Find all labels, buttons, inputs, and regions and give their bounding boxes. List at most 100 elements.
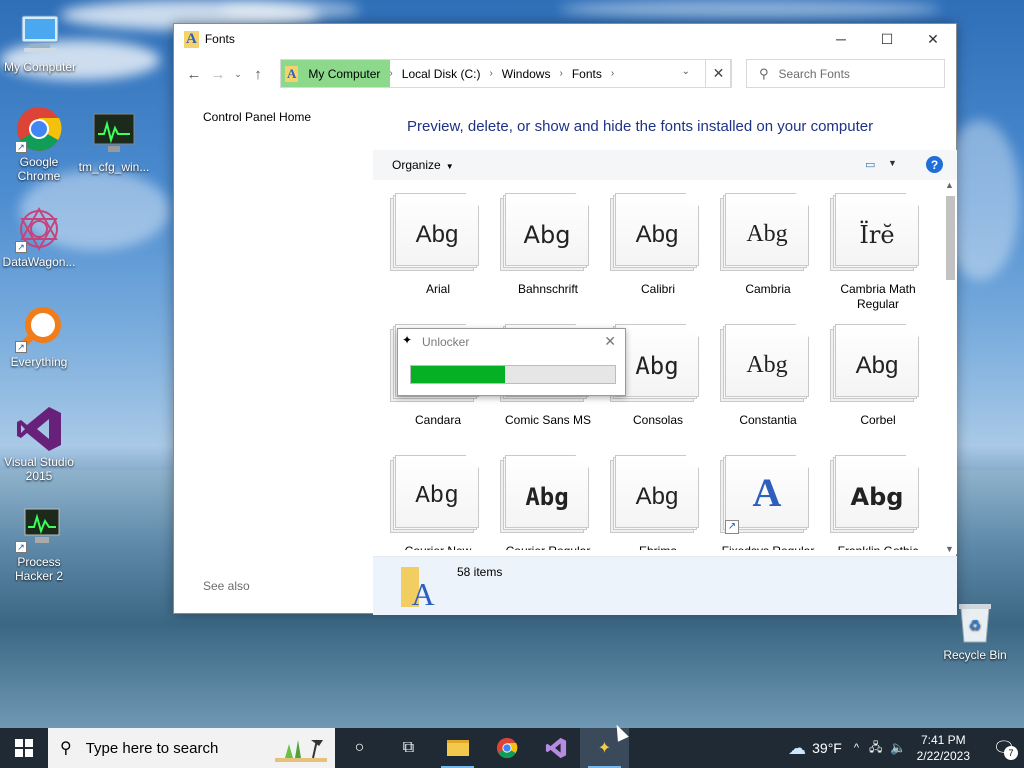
- search-box[interactable]: ⚲: [746, 59, 945, 88]
- monitor-icon: [90, 110, 138, 158]
- recent-locations-button[interactable]: ⌄: [230, 62, 246, 86]
- cloud: [560, 0, 940, 18]
- svg-text:A: A: [411, 576, 434, 609]
- desktop-icon-chrome[interactable]: ↗ Google Chrome: [0, 105, 79, 183]
- breadcrumb-fonts[interactable]: Fonts: [572, 67, 602, 81]
- control-panel-home-link[interactable]: Control Panel Home: [203, 110, 311, 124]
- maximize-button[interactable]: ☐: [864, 24, 910, 54]
- search-input[interactable]: [778, 66, 929, 81]
- font-tile[interactable]: Abg Franklin Gothic: [823, 452, 933, 550]
- start-button[interactable]: [0, 728, 48, 768]
- command-bar: Organize ▼ ▭ ▼ ?: [373, 150, 957, 180]
- font-tile[interactable]: Abg Ebrima: [603, 452, 713, 550]
- breadcrumb-windows[interactable]: Windows: [502, 67, 551, 81]
- font-tile[interactable]: Abg Courier New: [383, 452, 493, 550]
- taskbar-search[interactable]: ⚲ Type here to search: [48, 728, 335, 768]
- cloud-icon: ☁: [788, 737, 807, 758]
- minimize-button[interactable]: ─: [818, 24, 864, 54]
- font-tile[interactable]: Abg Bahnschrift: [493, 190, 603, 315]
- change-view-icon[interactable]: ▭: [865, 158, 875, 171]
- font-tile[interactable]: Abg Corbel: [823, 321, 933, 446]
- scroll-down-icon[interactable]: ▼: [945, 544, 954, 554]
- font-name: Comic Sans MS: [504, 413, 592, 427]
- organize-button[interactable]: Organize ▼: [392, 158, 454, 172]
- font-tile[interactable]: Abg Courier Regular: [493, 452, 603, 550]
- up-button[interactable]: ↑: [246, 62, 270, 86]
- desktop-icon-tm-cfg[interactable]: tm_cfg_win...: [74, 110, 154, 174]
- chevron-right-icon[interactable]: ›: [611, 68, 614, 79]
- scrollbar-thumb[interactable]: [946, 196, 955, 280]
- details-pane: A 58 items: [373, 556, 957, 615]
- magnifier-icon: ↗: [15, 305, 63, 353]
- font-tile[interactable]: Ïrĕ Cambria Math Regular: [823, 190, 933, 315]
- search-icon: ⚲: [60, 740, 72, 757]
- recycle-bin-icon: ♻: [955, 600, 995, 644]
- font-file-icon: Abg: [610, 324, 699, 402]
- font-name: Corbel: [860, 413, 896, 427]
- font-sample: Abg: [855, 352, 899, 379]
- dialog-title: Unlocker: [422, 335, 470, 349]
- caret-down-icon: ▼: [445, 162, 454, 171]
- clock-date: 2/22/2023: [916, 749, 970, 763]
- chevron-right-icon[interactable]: ›: [489, 68, 492, 79]
- visual-studio-icon: [15, 405, 63, 453]
- font-sample: Abg: [525, 483, 569, 511]
- font-sample: Abg: [523, 221, 571, 249]
- taskbar-visual-studio[interactable]: [531, 728, 580, 768]
- cortana-button[interactable]: ○: [335, 728, 384, 768]
- clock-time: 7:41 PM: [920, 733, 966, 747]
- font-sample: Abg: [635, 483, 679, 510]
- chrome-icon: ↗: [15, 105, 63, 153]
- close-button[interactable]: ✕: [910, 24, 956, 54]
- font-file-icon: Abg: [720, 324, 809, 402]
- desktop-icon-visual-studio[interactable]: Visual Studio 2015: [0, 405, 79, 483]
- desktop-icon-label: DataWagon...: [2, 255, 76, 269]
- breadcrumb-my-computer[interactable]: My Computer: [308, 67, 380, 81]
- chevron-down-icon[interactable]: ⌄: [682, 66, 690, 77]
- taskbar-chrome[interactable]: [482, 728, 531, 768]
- font-file-icon: Abg: [830, 324, 919, 402]
- caret-down-icon[interactable]: ▼: [888, 158, 897, 168]
- visual-studio-icon: [545, 737, 566, 759]
- font-tile[interactable]: Abg Arial: [383, 190, 493, 315]
- font-file-icon: Abg: [830, 455, 919, 533]
- scroll-up-icon[interactable]: ▲: [945, 180, 954, 190]
- font-tile[interactable]: Abg Calibri: [603, 190, 713, 315]
- font-tile[interactable]: Abg Cambria: [713, 190, 823, 315]
- address-bar[interactable]: A My Computer › Local Disk (C:) › Window…: [280, 59, 731, 88]
- recycle-bin-label: Recycle Bin: [943, 648, 1007, 662]
- chevron-right-icon[interactable]: ›: [559, 68, 562, 79]
- font-name: Consolas: [632, 413, 684, 427]
- weather-widget[interactable]: ☁ 39°F: [788, 738, 842, 759]
- network-icon[interactable]: 🖧: [869, 738, 882, 759]
- desktop-icon-my-computer[interactable]: My Computer: [0, 10, 80, 74]
- vertical-scrollbar[interactable]: ▲ ▼: [943, 180, 957, 554]
- desktop-icon-datawagon[interactable]: ↗ DataWagon...: [0, 205, 79, 269]
- title-bar[interactable]: A Fonts ─ ☐ ✕: [174, 24, 956, 54]
- desktop-icon-process-hacker[interactable]: ↗ Process Hacker 2: [0, 505, 79, 583]
- page-heading: Preview, delete, or show and hide the fo…: [407, 118, 874, 135]
- font-sample: Abg: [746, 352, 788, 378]
- wand-icon: ✦: [597, 740, 612, 757]
- desktop-icon-everything[interactable]: ↗ Everything: [0, 305, 79, 369]
- taskbar-file-explorer[interactable]: [433, 728, 482, 768]
- desktop-icon-label: Everything: [10, 355, 68, 369]
- chevron-right-icon[interactable]: ›: [389, 68, 392, 79]
- weather-temp: 39°F: [812, 740, 842, 756]
- chevron-up-icon[interactable]: ^: [854, 742, 859, 754]
- font-tile[interactable]: A↗Fixedsys Regular: [713, 452, 823, 550]
- breadcrumb-local-disk[interactable]: Local Disk (C:): [402, 67, 481, 81]
- font-sample: Abg: [635, 221, 679, 248]
- clock[interactable]: 7:41 PM 2/22/2023: [917, 732, 970, 764]
- clear-address-button[interactable]: ✕: [705, 59, 732, 88]
- back-button[interactable]: ←: [182, 62, 206, 86]
- forward-button[interactable]: →: [206, 62, 230, 86]
- desktop-icon-label: Process Hacker 2: [14, 555, 64, 583]
- volume-icon[interactable]: 🔈: [890, 740, 906, 756]
- task-view-button[interactable]: ⧉: [384, 728, 433, 768]
- font-name: Calibri: [640, 282, 675, 296]
- action-center-button[interactable]: 🗨 7: [984, 728, 1024, 768]
- font-tile[interactable]: Abg Constantia: [713, 321, 823, 446]
- help-icon[interactable]: ?: [926, 156, 943, 173]
- dialog-close-button[interactable]: ✕: [604, 333, 616, 350]
